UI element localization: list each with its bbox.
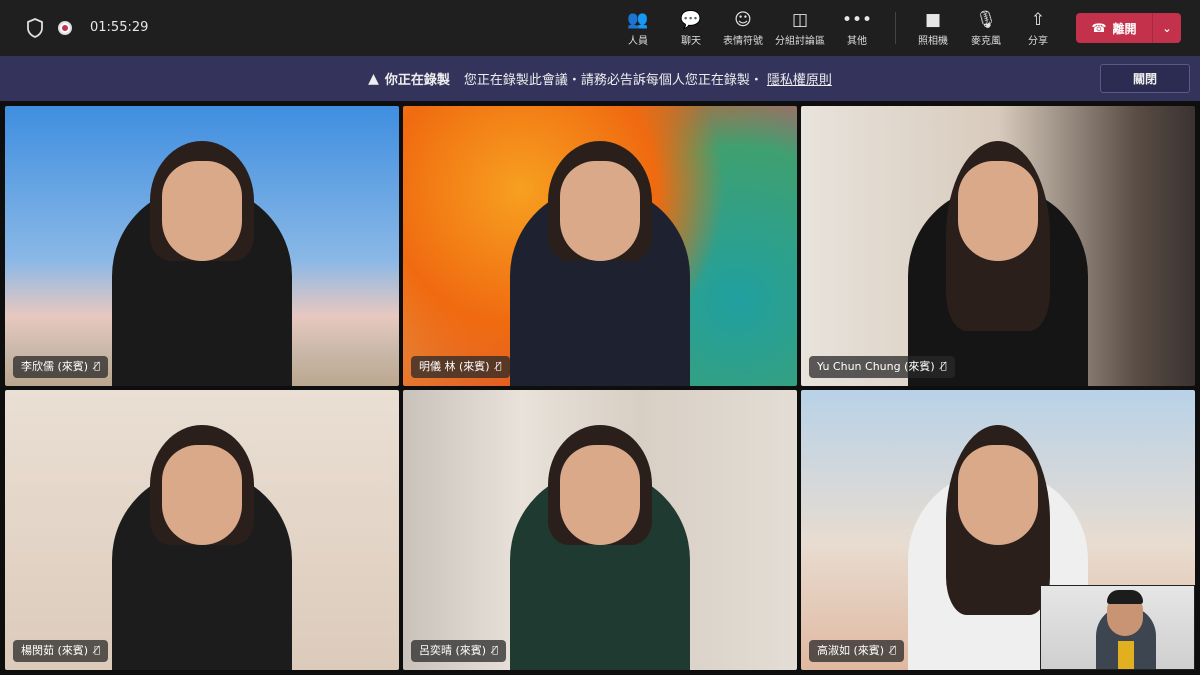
toolbar-label: 照相機	[918, 36, 948, 47]
participant-name-tag: Yu Chun Chung (來賓) 🎙̸	[809, 356, 955, 378]
participant-name: 高淑如 (來賓)	[817, 644, 885, 657]
warning-icon: ▲	[368, 70, 379, 87]
participant-video-tile[interactable]: Yu Chun Chung (來賓) 🎙̸	[801, 106, 1195, 386]
recording-banner: ▲ 你正在錄製 您正在錄製此會議・請務必告訴每個人您正在錄製・ 隱私權原則 關閉	[0, 56, 1200, 101]
toolbar-label: 麥克風	[971, 36, 1001, 47]
mic-muted-icon: 🎙̸	[940, 361, 947, 372]
participant-name-tag: 呂奕晴 (來賓) 🎙̸	[411, 640, 507, 662]
meeting-toolbar: 01:55:29 👥 人員 💬 聊天 ☺ 表情符號 ◫ 分組討論區 ••• 其他 ■ 照相機 🎙 麥克風 ⇧…	[0, 0, 1200, 56]
reaction-icon: ☺	[734, 10, 752, 30]
participant-name-tag: 高淑如 (來賓) 🎙̸	[809, 640, 905, 662]
toolbar-label: 表情符號	[723, 36, 763, 47]
microphone-icon: 🎙	[975, 10, 997, 30]
breakout-rooms-icon: ◫	[791, 10, 809, 30]
mic-muted-icon: 🎙̸	[94, 361, 101, 372]
toolbar-label: 其他	[847, 36, 867, 47]
breakout-rooms-button[interactable]: ◫ 分組討論區	[770, 8, 830, 47]
participant-face	[958, 161, 1038, 261]
participant-name-tag: 李欣儒 (來賓) 🎙̸	[13, 356, 109, 378]
toolbar-label: 聊天	[681, 36, 701, 47]
recording-icon	[58, 21, 72, 35]
participant-video-tile[interactable]: 楊閔茹 (來賓) 🎙̸	[5, 390, 399, 670]
chevron-down-icon[interactable]: ⌄	[1153, 22, 1181, 35]
more-button[interactable]: ••• 其他	[827, 8, 887, 47]
toolbar-label: 分組討論區	[775, 36, 825, 47]
participant-video-tile[interactable]: 呂奕晴 (來賓) 🎙̸	[403, 390, 797, 670]
participant-video-tile[interactable]: 李欣儒 (來賓) 🎙̸	[5, 106, 399, 386]
mic-muted-icon: 🎙̸	[890, 645, 897, 656]
mic-muted-icon: 🎙̸	[94, 645, 101, 656]
privacy-policy-link[interactable]: 隱私權原則	[767, 69, 832, 88]
participant-name-tag: 明儀 林 (來賓) 🎙̸	[411, 356, 510, 378]
participant-name: 明儀 林 (來賓)	[419, 360, 490, 373]
participant-name: Yu Chun Chung (來賓)	[817, 360, 935, 373]
leave-button[interactable]: ☎ 離開 ⌄	[1076, 13, 1181, 43]
share-icon: ⇧	[1030, 10, 1046, 30]
participant-name: 李欣儒 (來賓)	[21, 360, 89, 373]
camera-icon: ■	[924, 10, 942, 30]
participant-name-tag: 楊閔茹 (來賓) 🎙̸	[13, 640, 109, 662]
mic-muted-icon: 🎙̸	[492, 645, 499, 656]
participant-face	[162, 161, 242, 261]
phone-hangup-icon: ☎	[1091, 21, 1107, 35]
camera-button[interactable]: ■ 照相機	[903, 8, 963, 47]
mic-muted-icon: 🎙̸	[495, 361, 502, 372]
chat-icon: 💬	[680, 10, 702, 30]
participant-face	[560, 445, 640, 545]
shield-icon[interactable]	[26, 18, 44, 38]
people-icon: 👥	[627, 10, 649, 30]
toolbar-label: 人員	[628, 36, 648, 47]
reaction-button[interactable]: ☺ 表情符號	[713, 8, 773, 47]
banner-title: 你正在錄製	[384, 73, 450, 88]
close-banner-button[interactable]: 關閉	[1100, 64, 1190, 93]
divider	[895, 12, 896, 44]
meeting-timer: 01:55:29	[90, 20, 149, 35]
participant-name: 楊閔茹 (來賓)	[21, 644, 89, 657]
microphone-button[interactable]: 🎙 麥克風	[956, 8, 1016, 47]
participant-face	[958, 445, 1038, 545]
participant-face	[162, 445, 242, 545]
more-icon: •••	[841, 10, 873, 30]
self-view-video[interactable]	[1040, 585, 1195, 670]
participant-name: 呂奕晴 (來賓)	[419, 644, 487, 657]
participant-video-tile[interactable]: 明儀 林 (來賓) 🎙̸	[403, 106, 797, 386]
toolbar-label: 分享	[1028, 36, 1048, 47]
people-button[interactable]: 👥 人員	[608, 8, 668, 47]
share-button[interactable]: ⇧ 分享	[1008, 8, 1068, 47]
participant-face	[560, 161, 640, 261]
leave-label: 離開	[1112, 21, 1137, 36]
banner-message: 您正在錄製此會議・請務必告訴每個人您正在錄製・	[463, 73, 763, 88]
chat-button[interactable]: 💬 聊天	[661, 8, 721, 47]
